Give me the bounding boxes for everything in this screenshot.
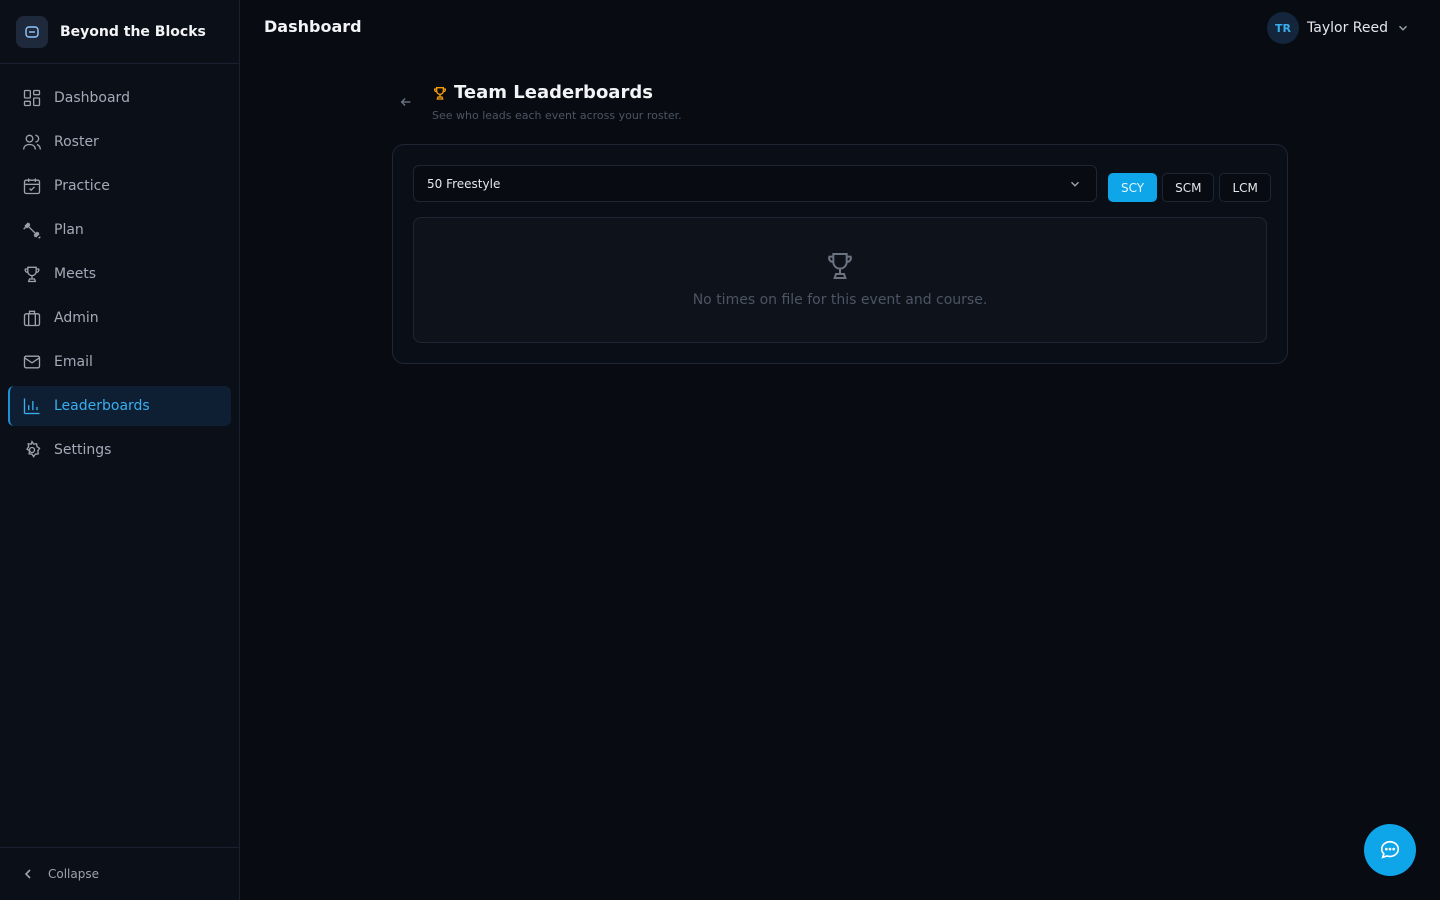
chevron-down-icon [1071,181,1079,187]
empty-state-message: No times on file for this event and cour… [692,292,988,308]
avatar: TR [1267,12,1300,44]
page-title-row: Team Leaderboards [432,82,653,103]
empty-state: No times on file for this event and cour… [413,217,1267,343]
sidebar-item-roster[interactable]: Roster [8,122,231,162]
header-title: Dashboard [264,17,362,36]
brand-name: Beyond the Blocks [60,23,206,40]
sidebar-nav: Dashboard Roster Practice Plan Meets Adm… [0,64,239,470]
trophy-icon [828,253,852,279]
sidebar-item-label: Plan [54,222,84,238]
briefcase-icon [23,310,41,327]
sidebar-item-leaderboards[interactable]: Leaderboards [8,386,231,426]
collapse-label: Collapse [48,867,99,881]
sidebar-item-settings[interactable]: Settings [8,430,231,470]
chevron-down-icon [1399,25,1407,31]
app-logo-icon [16,15,48,48]
dumbbell-icon [23,222,41,239]
calendar-check-icon [23,178,41,195]
page-heading: Team Leaderboards See who leads each eve… [392,80,1288,128]
grid-icon [23,89,41,107]
app-root: Beyond the Blocks Dashboard Roster Pract… [0,0,1440,900]
sidebar-item-label: Roster [54,134,99,150]
chat-button[interactable] [1364,824,1416,876]
brand[interactable]: Beyond the Blocks [0,0,239,64]
sidebar: Beyond the Blocks Dashboard Roster Pract… [0,0,240,900]
trophy-icon [433,86,447,100]
bar-chart-icon [23,398,40,415]
sidebar-item-label: Leaderboards [54,398,150,414]
sidebar-item-admin[interactable]: Admin [8,298,231,338]
event-select[interactable]: 50 Freestyle [413,165,1097,202]
leaderboard-card: 50 Freestyle SCY SCM LCM No times on fil… [392,144,1288,364]
chat-icon [1380,840,1400,859]
course-toggle-group: SCY SCM LCM [1108,173,1271,202]
event-select-value: 50 Freestyle [427,176,501,191]
mail-icon [23,355,41,369]
gear-icon [26,440,41,458]
users-icon [23,134,41,150]
user-menu[interactable]: TR Taylor Reed [1267,12,1410,44]
sidebar-item-email[interactable]: Email [8,342,231,382]
top-header: Dashboard TR Taylor Reed [240,0,1440,56]
course-button-scm[interactable]: SCM [1162,173,1215,202]
trophy-icon [24,266,40,283]
collapse-sidebar-button[interactable]: Collapse [0,847,239,900]
sidebar-item-label: Email [54,354,93,370]
arrow-left-icon [400,98,411,106]
sidebar-item-plan[interactable]: Plan [8,210,231,250]
sidebar-item-meets[interactable]: Meets [8,254,231,294]
course-button-lcm[interactable]: LCM [1219,173,1271,202]
sidebar-item-dashboard[interactable]: Dashboard [8,78,231,118]
user-name: Taylor Reed [1307,20,1388,36]
sidebar-item-label: Admin [54,310,99,326]
sidebar-item-label: Practice [54,178,110,194]
page-subtitle: See who leads each event across your ros… [432,109,682,122]
course-button-scy[interactable]: SCY [1108,173,1158,202]
sidebar-item-label: Settings [54,442,112,458]
sidebar-item-label: Dashboard [54,90,130,106]
page-title: Team Leaderboards [454,82,653,103]
back-button[interactable] [396,94,416,110]
chevron-left-icon [24,869,31,879]
sidebar-item-label: Meets [54,266,97,282]
sidebar-item-practice[interactable]: Practice [8,166,231,206]
